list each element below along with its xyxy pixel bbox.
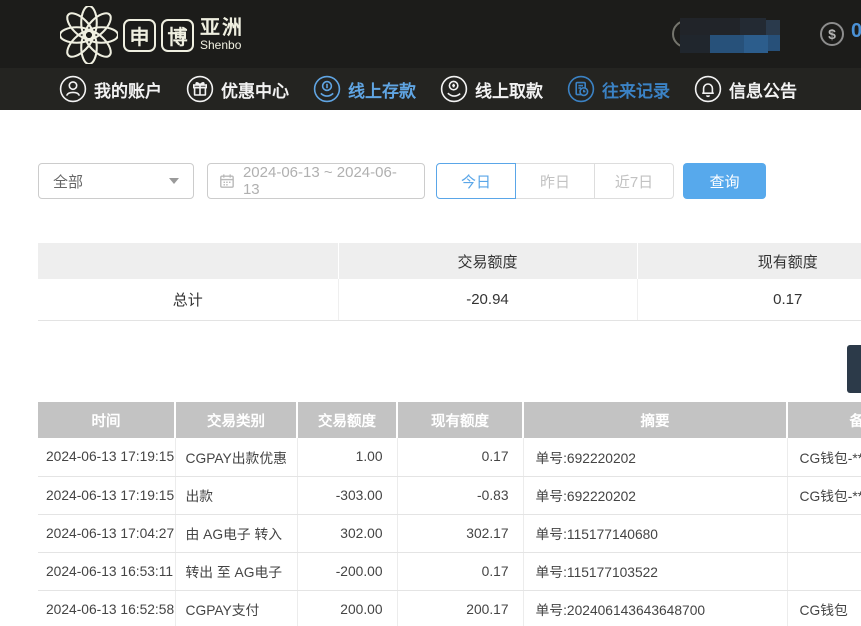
summary-table: 交易额度 现有额度 总计 -20.94 0.17	[38, 243, 861, 321]
cell-summary: 单号:692220202	[523, 476, 787, 514]
col-header-amount: 交易额度	[297, 402, 397, 438]
records-table: 时间 交易类别 交易额度 现有额度 摘要 备注 2024-06-13 17:19…	[38, 402, 861, 626]
transaction-records-page: 申 博 亚洲 Shenbo $ 0 我的账户	[0, 0, 861, 626]
summary-total-label: 总计	[38, 279, 338, 320]
logo-english-name: Shenbo	[200, 39, 244, 52]
nav-item-my-account[interactable]: 我的账户	[58, 74, 162, 104]
summary-total-amount: -20.94	[338, 279, 637, 320]
col-header-note: 备注	[787, 402, 861, 438]
cell-type: CGPAY出款优惠	[175, 438, 297, 476]
brand-logo[interactable]: 申 博 亚洲 Shenbo	[60, 6, 244, 64]
user-icon	[58, 74, 88, 104]
nav-item-online-withdrawal[interactable]: 线上取款	[439, 74, 543, 104]
cell-balance: 200.17	[397, 590, 523, 626]
cell-type: 由 AG电子 转入	[175, 514, 297, 552]
deposit-icon	[312, 74, 342, 104]
summary-header-balance: 现有额度	[637, 243, 861, 279]
cell-time: 2024-06-13 16:53:11	[38, 552, 175, 590]
summary-header-amount: 交易额度	[338, 243, 637, 279]
currency-coin-icon: $	[820, 22, 844, 46]
type-select[interactable]: 全部	[38, 163, 194, 199]
cell-type: 转出 至 AG电子	[175, 552, 297, 590]
cell-balance: -0.83	[397, 476, 523, 514]
type-select-value: 全部	[53, 171, 83, 192]
flower-logo-icon	[60, 6, 118, 64]
cell-summary: 单号:202406143643648700	[523, 590, 787, 626]
table-row: 2024-06-13 16:52:58 CGPAY支付 200.00 200.1…	[38, 590, 861, 626]
table-row: 2024-06-13 17:19:15 CGPAY出款优惠 1.00 0.17 …	[38, 438, 861, 476]
cell-note	[787, 552, 861, 590]
logo-char-bo: 博	[161, 19, 194, 52]
records-icon	[566, 74, 596, 104]
table-row: 2024-06-13 17:19:15 出款 -303.00 -0.83 单号:…	[38, 476, 861, 514]
table-row: 2024-06-13 16:53:11 转出 至 AG电子 -200.00 0.…	[38, 552, 861, 590]
cell-note: CG钱包-***	[787, 476, 861, 514]
nav-item-label: 线上存款	[348, 77, 416, 102]
cell-time: 2024-06-13 16:52:58	[38, 590, 175, 626]
nav-item-label: 线上取款	[475, 77, 543, 102]
logo-char-shen: 申	[123, 19, 156, 52]
cell-summary: 单号:115177103522	[523, 552, 787, 590]
cell-note	[787, 514, 861, 552]
cell-time: 2024-06-13 17:19:15	[38, 438, 175, 476]
nav-item-promotions[interactable]: 优惠中心	[185, 74, 289, 104]
last-7-days-button[interactable]: 近7日	[594, 163, 674, 199]
cell-amount: -303.00	[297, 476, 397, 514]
withdraw-icon	[439, 74, 469, 104]
balance-amount: 0	[851, 20, 861, 43]
cell-note: CG钱包-***	[787, 438, 861, 476]
nav-item-announcements[interactable]: 信息公告	[693, 74, 797, 104]
gift-icon	[185, 74, 215, 104]
records-header-row: 时间 交易类别 交易额度 现有额度 摘要 备注	[38, 402, 861, 438]
nav-item-label: 信息公告	[729, 77, 797, 102]
search-button[interactable]: 查询	[683, 163, 766, 199]
nav-item-label: 优惠中心	[221, 77, 289, 102]
cell-time: 2024-06-13 17:19:15	[38, 476, 175, 514]
nav-item-label: 我的账户	[94, 77, 162, 102]
col-header-summary: 摘要	[523, 402, 787, 438]
col-header-balance: 现有额度	[397, 402, 523, 438]
cell-balance: 0.17	[397, 438, 523, 476]
nav-item-transaction-records[interactable]: 往来记录	[566, 74, 670, 104]
nav-item-label: 往来记录	[602, 77, 670, 102]
cell-balance: 0.17	[397, 552, 523, 590]
col-header-time: 时间	[38, 402, 175, 438]
nav-item-online-deposit[interactable]: 线上存款	[312, 74, 416, 104]
redacted-username	[672, 16, 784, 54]
summary-total-balance: 0.17	[637, 279, 861, 320]
cell-balance: 302.17	[397, 514, 523, 552]
cell-type: CGPAY支付	[175, 590, 297, 626]
cell-summary: 单号:692220202	[523, 438, 787, 476]
cell-summary: 单号:115177140680	[523, 514, 787, 552]
cell-amount: 302.00	[297, 514, 397, 552]
cell-time: 2024-06-13 17:04:27	[38, 514, 175, 552]
col-header-type: 交易类别	[175, 402, 297, 438]
cell-amount: -200.00	[297, 552, 397, 590]
cell-amount: 200.00	[297, 590, 397, 626]
table-row: 2024-06-13 17:04:27 由 AG电子 转入 302.00 302…	[38, 514, 861, 552]
calendar-icon	[219, 173, 235, 189]
main-nav: 我的账户 优惠中心 线上存款	[0, 68, 861, 110]
chevron-down-icon	[169, 178, 179, 184]
logo-region-label: 亚洲	[200, 18, 244, 39]
cell-note: CG钱包	[787, 590, 861, 626]
summary-total-row: 总计 -20.94 0.17	[38, 279, 861, 320]
quick-date-buttons: 今日 昨日 近7日	[436, 163, 674, 199]
today-button[interactable]: 今日	[436, 163, 516, 199]
cell-type: 出款	[175, 476, 297, 514]
date-range-value: 2024-06-13 ~ 2024-06-13	[243, 164, 413, 198]
date-range-input[interactable]: 2024-06-13 ~ 2024-06-13	[207, 163, 425, 199]
summary-header-empty	[38, 243, 338, 279]
cell-amount: 1.00	[297, 438, 397, 476]
bell-icon	[693, 74, 723, 104]
top-bar: 申 博 亚洲 Shenbo $ 0	[0, 0, 861, 68]
yesterday-button[interactable]: 昨日	[515, 163, 595, 199]
floating-side-widget[interactable]	[847, 345, 861, 393]
